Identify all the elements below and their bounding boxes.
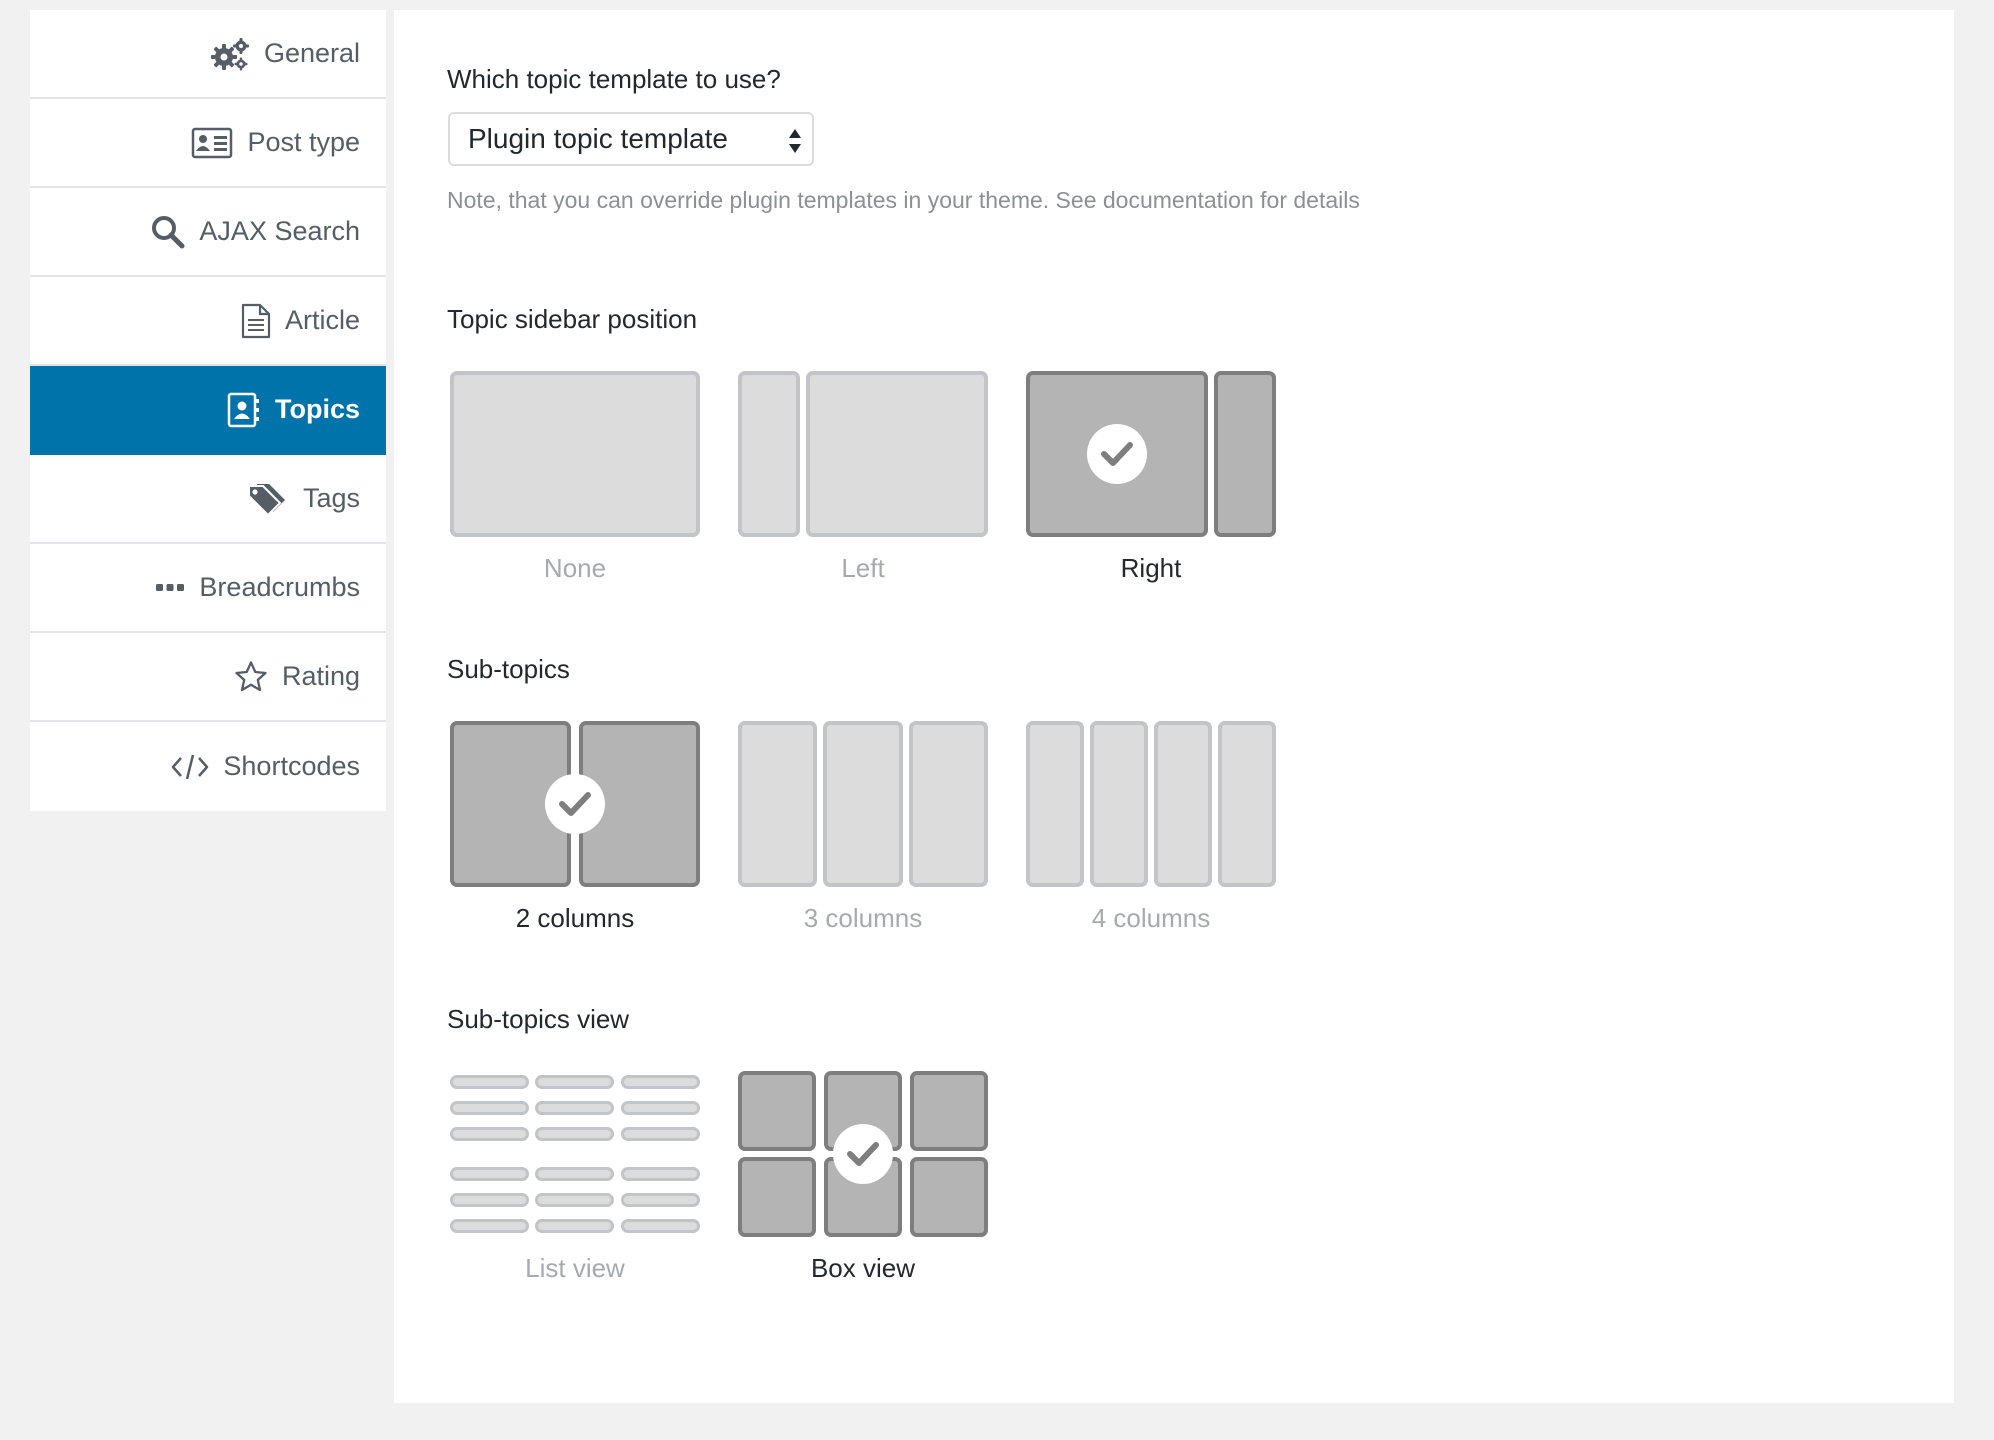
- sidebar-item-label: Topics: [274, 394, 360, 424]
- topic-template-select[interactable]: Plugin topic template: [448, 112, 814, 166]
- list-view-graphic: [450, 1071, 700, 1237]
- sidebar-item-label: Shortcodes: [223, 751, 360, 781]
- two-columns-graphic: [450, 721, 700, 887]
- list-line-placeholder: [535, 1167, 614, 1181]
- list-line-placeholder: [450, 1127, 529, 1141]
- sidebar-position-right-option[interactable]: Right: [1026, 371, 1276, 584]
- id-card-icon: [191, 127, 233, 159]
- sidebar-item-label: Post type: [247, 127, 360, 157]
- document-icon: [241, 303, 271, 339]
- ellipsis-icon: [155, 583, 185, 593]
- sidebar-item-post-type[interactable]: Post type: [30, 99, 386, 188]
- sub-topics-view-title: Sub-topics view: [447, 1004, 630, 1034]
- template-note: Note, that you can override plugin templ…: [447, 187, 1360, 213]
- option-label: Box view: [810, 1253, 916, 1283]
- code-icon: [171, 752, 209, 782]
- list-line-placeholder: [450, 1167, 529, 1181]
- list-line-placeholder: [621, 1167, 700, 1181]
- sidebar-item-shortcodes[interactable]: Shortcodes: [30, 722, 386, 811]
- sidebar-item-breadcrumbs[interactable]: Breadcrumbs: [30, 544, 386, 633]
- list-line-placeholder: [535, 1219, 614, 1233]
- list-line-placeholder: [535, 1127, 614, 1141]
- sidebar-item-rating[interactable]: Rating: [30, 633, 386, 722]
- list-line-placeholder: [621, 1219, 700, 1233]
- list-line-placeholder: [450, 1219, 529, 1233]
- box-view-graphic: [738, 1071, 988, 1237]
- topic-template-value: Plugin topic template: [468, 123, 728, 154]
- sidebar-item-ajax-search[interactable]: AJAX Search: [30, 188, 386, 277]
- star-icon: [234, 660, 268, 694]
- checkmark-icon: [545, 774, 605, 834]
- select-arrows-icon: [786, 126, 804, 163]
- option-label: List view: [525, 1253, 625, 1283]
- list-line-placeholder: [621, 1127, 700, 1141]
- list-line-placeholder: [450, 1193, 529, 1207]
- option-label: 3 columns: [803, 903, 923, 933]
- sidebar-position-none-option[interactable]: None: [450, 371, 700, 584]
- list-line-placeholder: [621, 1075, 700, 1089]
- list-line-placeholder: [535, 1193, 614, 1207]
- search-icon: [151, 215, 185, 249]
- settings-sidebar: General Post type AJAX Search Article To…: [30, 10, 386, 811]
- sidebar-item-label: General: [263, 38, 360, 68]
- option-label: 2 columns: [515, 903, 635, 933]
- four-columns-graphic: [1026, 721, 1276, 887]
- list-line-placeholder: [535, 1075, 614, 1089]
- template-question: Which topic template to use?: [447, 64, 781, 94]
- sub-topics-title: Sub-topics: [447, 654, 570, 684]
- checkmark-icon: [1087, 424, 1147, 484]
- sidebar-item-label: Article: [284, 305, 360, 335]
- list-line-placeholder: [621, 1193, 700, 1207]
- sidebar-item-topics[interactable]: Topics: [30, 366, 386, 455]
- tags-icon: [247, 482, 289, 516]
- topics-settings-panel: Which topic template to use? Plugin topi…: [394, 10, 1954, 1403]
- sub-topics-3-columns-option[interactable]: 3 columns: [738, 721, 988, 934]
- sidebar-position-left-option[interactable]: Left: [738, 371, 988, 584]
- option-label: Right: [1120, 553, 1182, 583]
- sidebar-item-label: Tags: [302, 483, 360, 513]
- sidebar-item-article[interactable]: Article: [30, 277, 386, 366]
- sidebar-item-label: Breadcrumbs: [199, 572, 360, 602]
- contact-book-icon: [227, 392, 261, 428]
- sidebar-item-label: AJAX Search: [199, 216, 360, 246]
- sub-topics-list-view-option[interactable]: List view: [450, 1071, 700, 1284]
- list-line-placeholder: [535, 1101, 614, 1115]
- layout-right-sidebar-graphic: [1026, 371, 1276, 537]
- list-line-placeholder: [450, 1075, 529, 1089]
- sub-topics-4-columns-option[interactable]: 4 columns: [1026, 721, 1276, 934]
- gears-icon: [210, 37, 250, 71]
- sidebar-item-label: Rating: [281, 661, 360, 691]
- sidebar-position-title: Topic sidebar position: [447, 304, 698, 334]
- sub-topics-2-columns-option[interactable]: 2 columns: [450, 721, 700, 934]
- three-columns-graphic: [738, 721, 988, 887]
- sub-topics-box-view-option[interactable]: Box view: [738, 1071, 988, 1284]
- option-label: Left: [841, 553, 885, 583]
- sidebar-item-tags[interactable]: Tags: [30, 455, 386, 544]
- list-line-placeholder: [450, 1101, 529, 1115]
- layout-none-graphic: [450, 371, 700, 537]
- option-label: 4 columns: [1091, 903, 1211, 933]
- list-line-placeholder: [621, 1101, 700, 1115]
- sidebar-item-general[interactable]: General: [30, 10, 386, 99]
- layout-left-sidebar-graphic: [738, 371, 988, 537]
- option-label: None: [543, 553, 607, 583]
- checkmark-icon: [833, 1124, 893, 1184]
